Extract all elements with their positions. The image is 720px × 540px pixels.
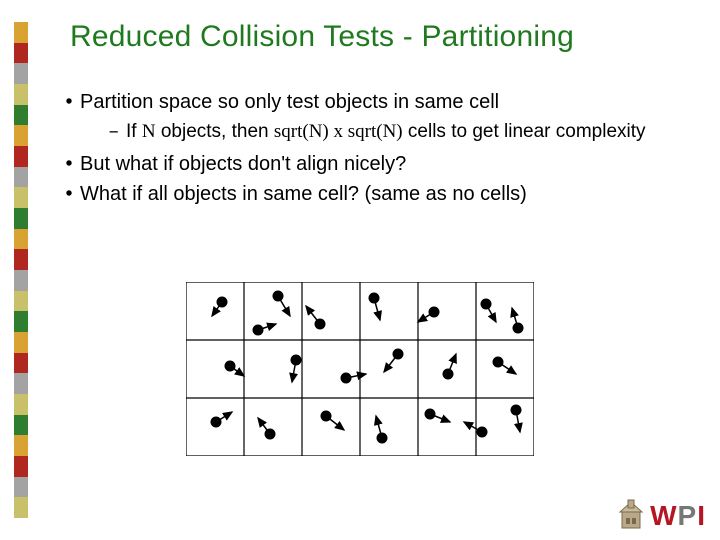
wpi-logo-text: WPI [650,500,706,532]
bullet-1-sub-text: If N objects, then sqrt(N) x sqrt(N) cel… [126,120,678,144]
slide-body: • Partition space so only test objects i… [58,90,678,211]
wpi-logo: WPI [616,498,706,532]
bullet-icon: • [58,90,80,112]
bullet-2: • But what if objects don't align nicely… [58,152,678,178]
slide-title: Reduced Collision Tests - Partitioning [70,20,574,54]
bullet-1-text: Partition space so only test objects in … [80,90,678,116]
dash-icon: – [108,120,126,144]
bullet-icon: • [58,182,80,204]
bullet-1: • Partition space so only test objects i… [58,90,678,116]
bullet-icon: • [58,152,80,174]
bullet-1-sub: – If N objects, then sqrt(N) x sqrt(N) c… [108,120,678,144]
bullet-3: • What if all objects in same cell? (sam… [58,182,678,208]
partition-grid-diagram [186,282,534,456]
bullet-2-text: But what if objects don't align nicely? [80,152,678,178]
bullet-3-text: What if all objects in same cell? (same … [80,182,678,208]
decorative-left-stripe [14,22,28,518]
wpi-crest-icon [616,498,646,532]
